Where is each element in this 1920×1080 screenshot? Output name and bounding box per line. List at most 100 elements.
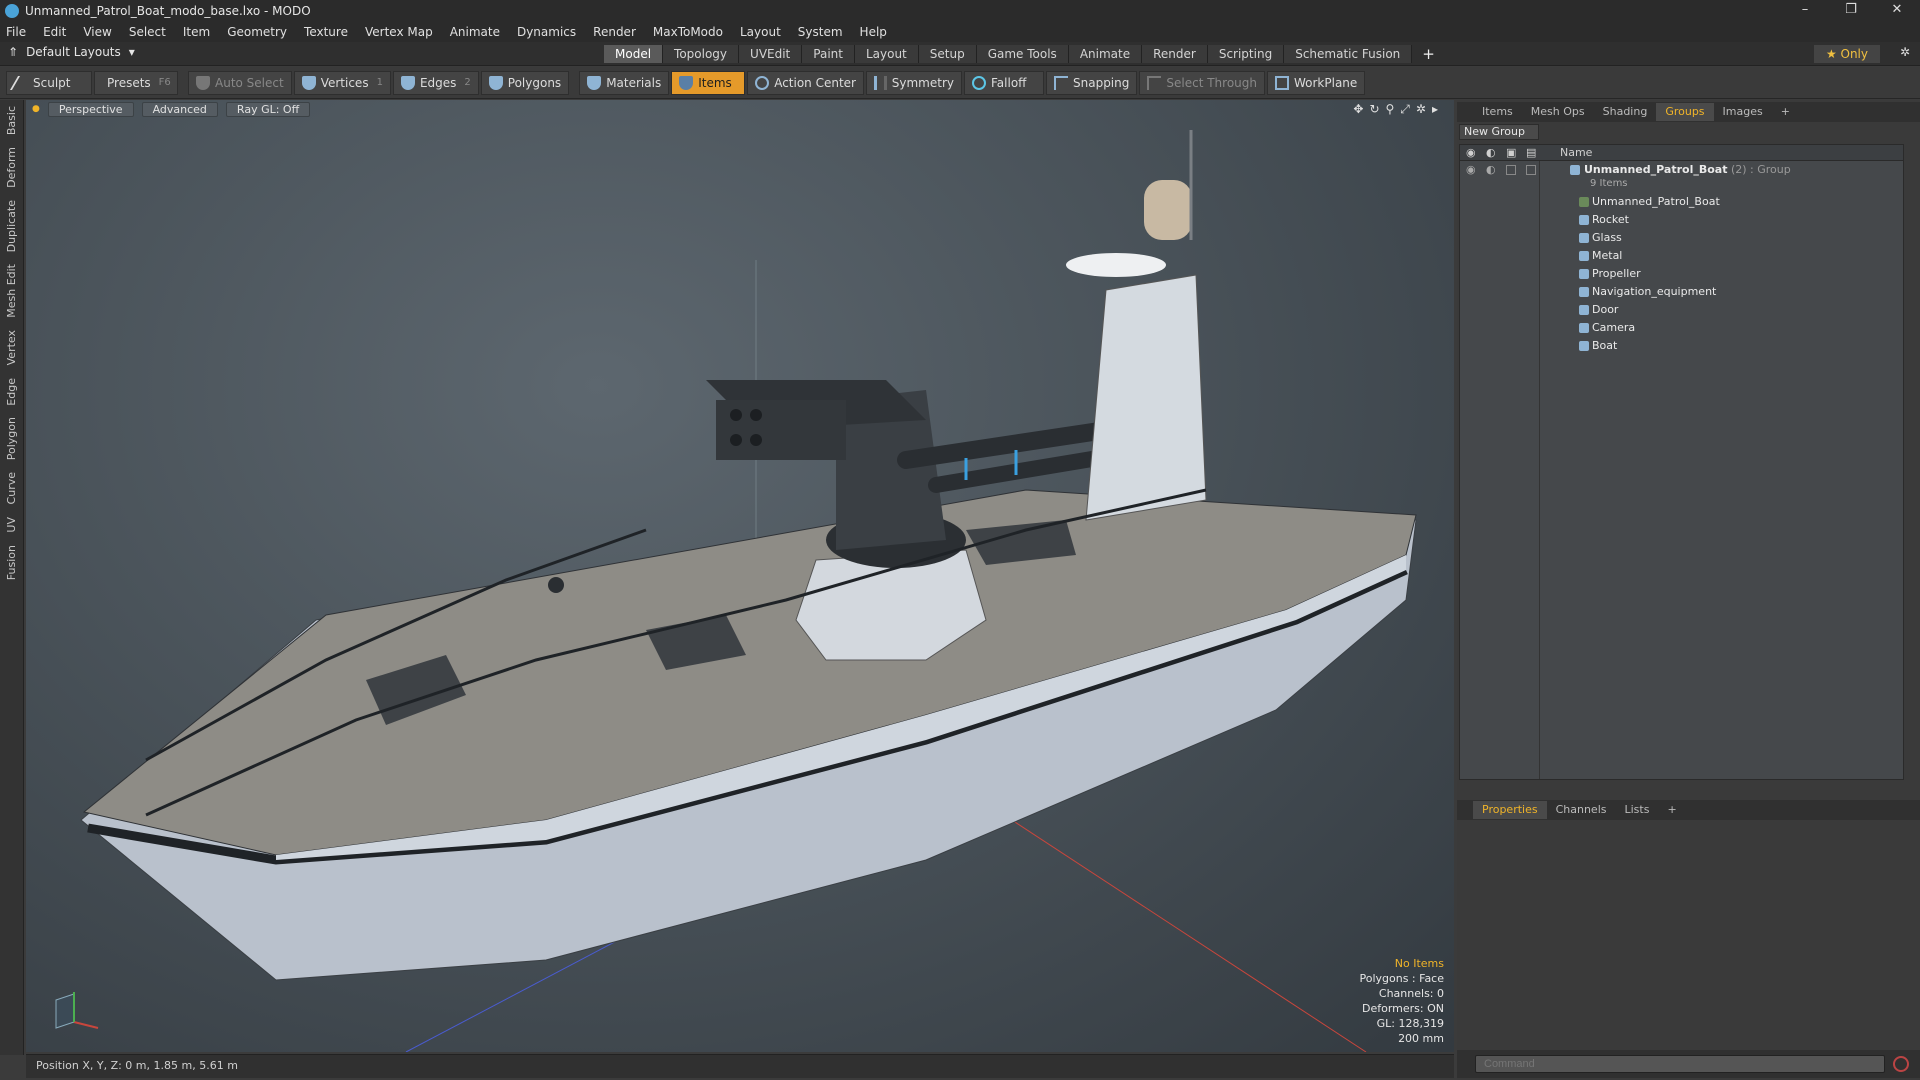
tab-mesh-ops[interactable]: Mesh Ops xyxy=(1522,103,1594,121)
tab-paint[interactable]: Paint xyxy=(802,45,855,63)
menu-item[interactable]: Item xyxy=(183,25,210,39)
menu-dynamics[interactable]: Dynamics xyxy=(517,25,576,39)
tab-groups[interactable]: Groups xyxy=(1656,103,1714,121)
list-item[interactable]: Navigation_equipment xyxy=(1460,283,1903,301)
tab-model[interactable]: Model xyxy=(604,45,664,63)
menu-geometry[interactable]: Geometry xyxy=(227,25,287,39)
3d-viewport[interactable]: ● Perspective Advanced Ray GL: Off ✥ ↻ ⚲… xyxy=(26,100,1454,1052)
settings-icon[interactable]: ✲ xyxy=(1416,102,1426,117)
add-panel-tab-icon[interactable]: + xyxy=(1772,103,1799,121)
menu-render[interactable]: Render xyxy=(593,25,636,39)
menu-file[interactable]: File xyxy=(6,25,26,39)
record-macro-icon[interactable] xyxy=(1893,1056,1909,1072)
tab-uvedit[interactable]: UVEdit xyxy=(739,45,803,63)
items-button[interactable]: Items xyxy=(671,70,746,95)
tab-properties[interactable]: Properties xyxy=(1473,801,1547,819)
close-button[interactable]: ✕ xyxy=(1874,0,1920,22)
menu-texture[interactable]: Texture xyxy=(304,25,348,39)
tab-items[interactable]: Items xyxy=(1473,103,1522,121)
list-item[interactable]: Unmanned_Patrol_Boat xyxy=(1460,193,1903,211)
view-mode-dropdown[interactable]: Perspective xyxy=(47,101,134,117)
viewport-menu-icon[interactable]: ● xyxy=(32,104,40,114)
menu-maxtomodo[interactable]: MaxToModo xyxy=(653,25,723,39)
action-center-button[interactable]: Action Center xyxy=(747,70,864,95)
list-item[interactable]: Rocket xyxy=(1460,211,1903,229)
name-column-header[interactable]: Name xyxy=(1560,146,1592,159)
render-icon[interactable]: ◐ xyxy=(1486,146,1496,159)
strip-tab-fusion[interactable]: Fusion xyxy=(5,539,18,586)
vertices-button[interactable]: Vertices 1 xyxy=(293,70,391,95)
collapse-up-icon[interactable]: ⇑ xyxy=(8,45,18,59)
lock-icon[interactable]: ▣ xyxy=(1506,146,1516,159)
edges-button[interactable]: Edges 2 xyxy=(392,70,479,95)
render-toggle-icon[interactable]: ◐ xyxy=(1486,163,1496,176)
default-layouts-dropdown[interactable]: ⇑ Default Layouts ▾ xyxy=(8,45,135,59)
menu-view[interactable]: View xyxy=(83,25,111,39)
select-icon[interactable]: ▤ xyxy=(1526,146,1536,159)
tab-game-tools[interactable]: Game Tools xyxy=(976,45,1069,63)
strip-tab-uv[interactable]: UV xyxy=(5,511,18,539)
list-item[interactable]: Metal xyxy=(1460,247,1903,265)
tab-channels[interactable]: Channels xyxy=(1547,801,1616,819)
presets-button[interactable]: Presets F6 xyxy=(94,70,178,95)
tab-topology[interactable]: Topology xyxy=(663,45,740,63)
pan-icon[interactable]: ✥ xyxy=(1353,102,1363,117)
symmetry-button[interactable]: Symmetry xyxy=(866,70,962,95)
list-item[interactable]: Glass xyxy=(1460,229,1903,247)
menu-edit[interactable]: Edit xyxy=(43,25,66,39)
tab-layout[interactable]: Layout xyxy=(854,45,919,63)
tab-scripting[interactable]: Scripting xyxy=(1207,45,1285,63)
select-checkbox[interactable] xyxy=(1526,165,1536,175)
menu-help[interactable]: Help xyxy=(860,25,887,39)
add-tab-icon[interactable]: + xyxy=(1412,45,1445,63)
workplane-button[interactable]: WorkPlane xyxy=(1266,70,1366,95)
raygl-dropdown[interactable]: Ray GL: Off xyxy=(225,101,311,117)
gear-icon[interactable]: ✲ xyxy=(1900,45,1910,59)
group-row[interactable]: ◉ ◐ Unmanned_Patrol_Boat (2) : Group 9 I… xyxy=(1460,161,1903,193)
menu-animate[interactable]: Animate xyxy=(450,25,500,39)
sculpt-button[interactable]: Sculpt xyxy=(6,70,92,95)
tab-lists[interactable]: Lists xyxy=(1616,801,1659,819)
fit-icon[interactable]: ⤢ xyxy=(1400,102,1410,117)
strip-tab-vertex[interactable]: Vertex xyxy=(5,324,18,371)
strip-tab-basic[interactable]: Basic xyxy=(5,100,18,141)
tab-animate[interactable]: Animate xyxy=(1068,45,1143,63)
materials-button[interactable]: Materials xyxy=(579,70,670,95)
eye-icon[interactable]: ◉ xyxy=(1466,146,1476,159)
falloff-button[interactable]: Falloff xyxy=(964,70,1044,95)
polygons-button[interactable]: Polygons xyxy=(480,70,570,95)
tab-render[interactable]: Render xyxy=(1142,45,1208,63)
strip-tab-polygon[interactable]: Polygon xyxy=(5,411,18,466)
list-item[interactable]: Propeller xyxy=(1460,265,1903,283)
list-item[interactable]: Camera xyxy=(1460,319,1903,337)
list-item[interactable]: Boat xyxy=(1460,337,1903,355)
strip-tab-mesh-edit[interactable]: Mesh Edit xyxy=(5,258,18,324)
list-item[interactable]: Door xyxy=(1460,301,1903,319)
expand-arrow-icon[interactable]: ▸ xyxy=(1432,102,1438,117)
snapping-button[interactable]: Snapping xyxy=(1046,70,1138,95)
tab-shading[interactable]: Shading xyxy=(1594,103,1657,121)
strip-tab-duplicate[interactable]: Duplicate xyxy=(5,194,18,258)
visible-eye-icon[interactable]: ◉ xyxy=(1466,163,1476,176)
strip-tab-curve[interactable]: Curve xyxy=(5,466,18,510)
tab-images[interactable]: Images xyxy=(1714,103,1772,121)
tab-schematic-fusion[interactable]: Schematic Fusion xyxy=(1284,45,1413,63)
auto-select-button[interactable]: Auto Select xyxy=(188,70,292,95)
strip-tab-edge[interactable]: Edge xyxy=(5,372,18,412)
rotate-icon[interactable]: ↻ xyxy=(1369,102,1379,117)
menu-system[interactable]: System xyxy=(798,25,843,39)
minimize-button[interactable]: – xyxy=(1782,0,1828,22)
tab-setup[interactable]: Setup xyxy=(918,45,977,63)
lock-checkbox[interactable] xyxy=(1506,165,1516,175)
maximize-button[interactable]: ❐ xyxy=(1828,0,1874,22)
menu-vertex-map[interactable]: Vertex Map xyxy=(365,25,433,39)
command-input[interactable] xyxy=(1475,1055,1885,1073)
shading-mode-dropdown[interactable]: Advanced xyxy=(141,101,218,117)
new-group-button[interactable]: New Group xyxy=(1459,124,1539,140)
add-properties-tab-icon[interactable]: + xyxy=(1658,801,1685,819)
menu-select[interactable]: Select xyxy=(129,25,166,39)
only-toggle-button[interactable]: ★ Only xyxy=(1813,45,1880,63)
zoom-icon[interactable]: ⚲ xyxy=(1386,102,1395,117)
strip-tab-deform[interactable]: Deform xyxy=(5,141,18,194)
menu-layout[interactable]: Layout xyxy=(740,25,781,39)
